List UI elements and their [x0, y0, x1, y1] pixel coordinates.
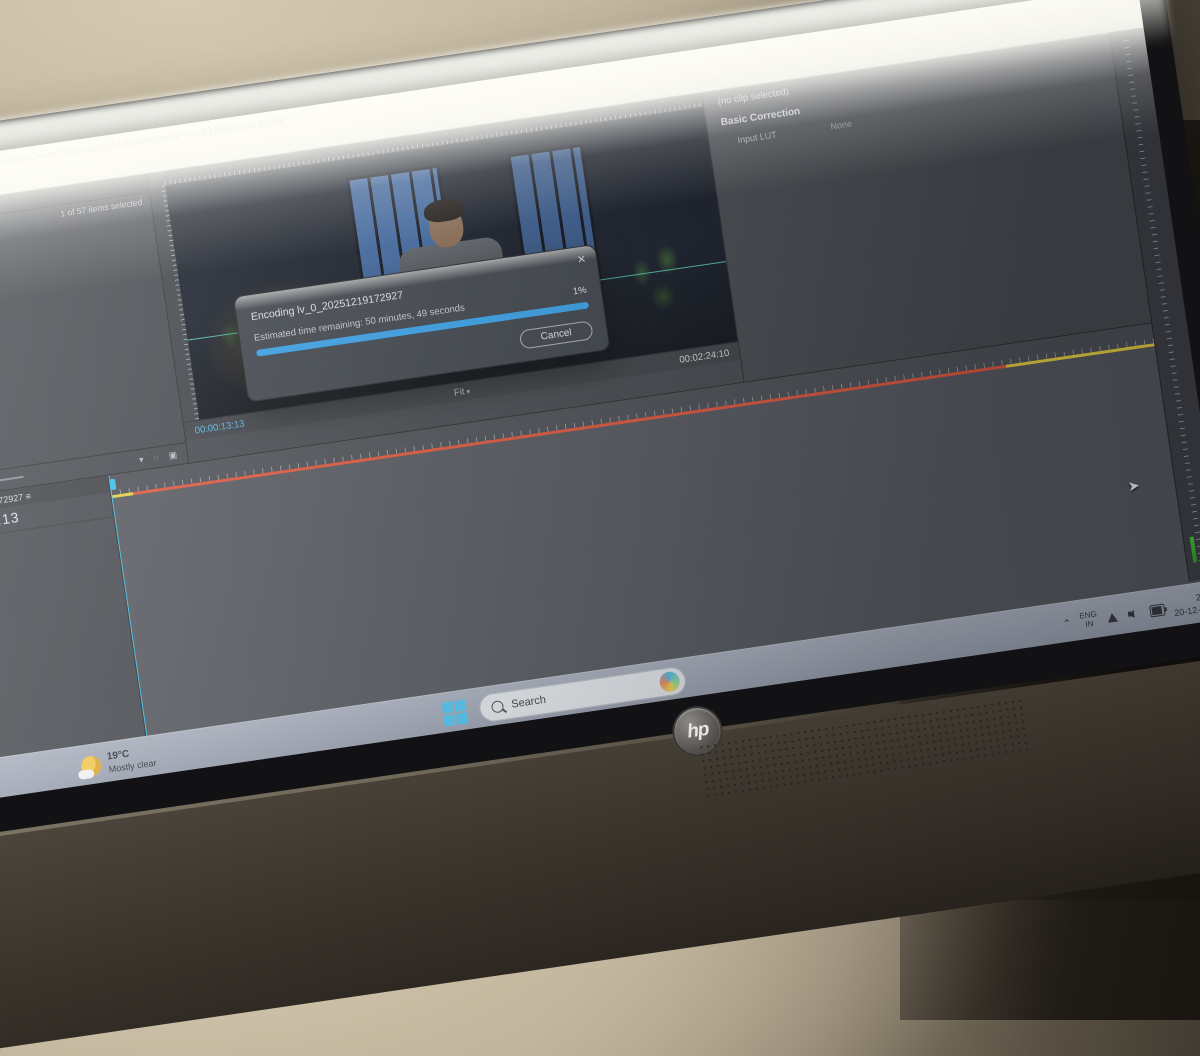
start-button[interactable] — [440, 698, 469, 727]
clock-time: 20:27 — [1195, 590, 1200, 603]
weather-moon-icon — [80, 755, 103, 778]
battery-icon[interactable] — [1149, 604, 1166, 618]
sort-icon[interactable]: ▾ — [138, 454, 144, 466]
taskbar-weather-widget[interactable]: 19°C Mostly clear — [80, 745, 158, 779]
input-lut-select[interactable]: None — [830, 118, 853, 131]
tray-chevron-icon[interactable]: ⌃ — [1062, 618, 1072, 630]
video-plant — [610, 227, 712, 329]
mouse-cursor: ➤ — [1127, 477, 1141, 496]
dialog-percent: 1% — [572, 285, 587, 298]
wifi-icon[interactable] — [1106, 611, 1120, 623]
laptop: Premiere Pro 2023 - C:\Users\kulsa\OneDr… — [0, 0, 1200, 1056]
fit-dropdown[interactable]: Fit — [453, 385, 470, 398]
webcam — [487, 59, 497, 69]
bing-orb-icon — [658, 670, 681, 693]
clock[interactable]: 20:27 20-12-2025 — [1172, 590, 1200, 620]
new-bin-icon[interactable]: ▣ — [168, 449, 178, 461]
language-switcher[interactable]: ENGIN — [1079, 611, 1099, 631]
thumbnail-zoom-slider[interactable] — [0, 476, 23, 488]
screen: Premiere Pro 2023 - C:\Users\kulsa\OneDr… — [0, 0, 1200, 807]
dialog-close-icon[interactable]: ✕ — [576, 252, 587, 266]
speaker-icon[interactable] — [1127, 608, 1141, 620]
cancel-button[interactable]: Cancel — [519, 320, 594, 349]
search-placeholder: Search — [511, 694, 547, 711]
clock-date: 20-12-2025 — [1174, 602, 1200, 619]
search-icon — [491, 700, 505, 714]
audio-level-bar — [1190, 537, 1198, 563]
search-icon[interactable]: ◌ — [153, 452, 160, 463]
